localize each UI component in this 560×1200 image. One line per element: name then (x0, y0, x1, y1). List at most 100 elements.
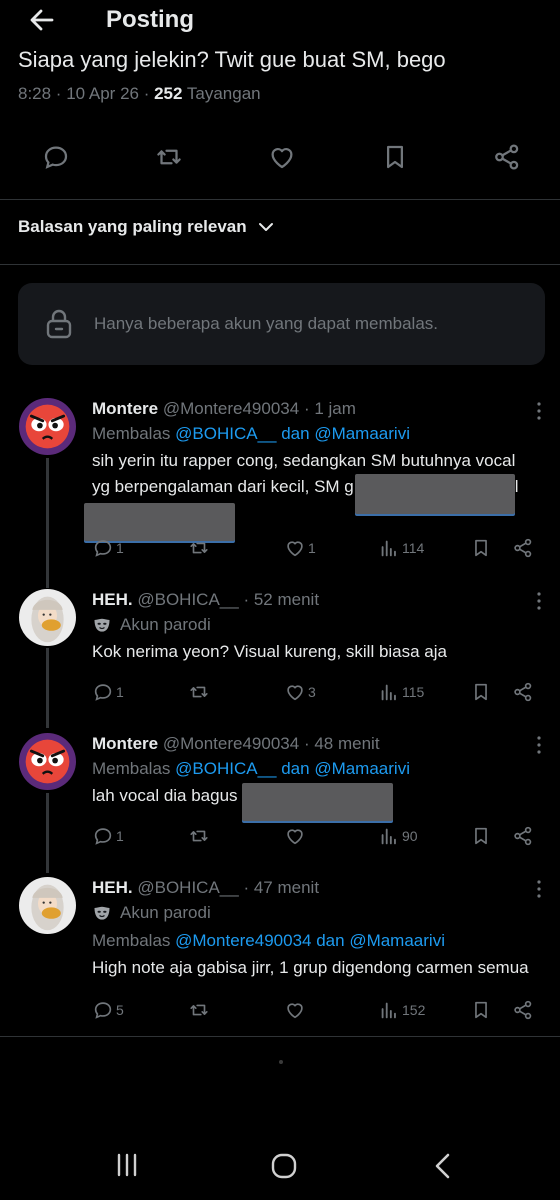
recent-apps-icon[interactable] (114, 1152, 140, 1178)
reply-count-button[interactable]: 1 (92, 536, 124, 560)
chevron-down-icon (258, 223, 273, 231)
reply-header: Montere @Montere490034 · 48 menit (92, 733, 540, 755)
reply-restriction-notice: Hanya beberapa akun yang dapat membalas. (18, 283, 545, 365)
more-options-icon[interactable] (536, 591, 542, 611)
back-arrow-icon[interactable] (28, 6, 56, 34)
like-button[interactable]: 3 (284, 680, 316, 704)
reply-count-button[interactable]: 5 (92, 998, 124, 1022)
parody-mask-icon (92, 615, 112, 635)
post-view-count: 252 (154, 84, 183, 103)
reply-icon[interactable] (41, 142, 71, 174)
reply-item: HEH. @BOHICA__ · 52 menit Akun parodi Ko… (92, 589, 540, 665)
reply-text: Kok nerima yeon? Visual kureng, skill bi… (92, 642, 447, 661)
more-options-icon[interactable] (536, 735, 542, 755)
avatar[interactable] (19, 733, 76, 790)
mention-link[interactable]: @Mamaarivi (349, 931, 445, 950)
post-timestamp: 8:28 · 10 Apr 26 · (18, 84, 155, 103)
thread-line (46, 458, 49, 588)
restriction-text: Hanya beberapa akun yang dapat membalas. (94, 314, 439, 333)
avatar[interactable] (19, 589, 76, 646)
mention-link[interactable]: @Mamaarivi (314, 759, 410, 778)
reply-count-button[interactable]: 1 (92, 680, 124, 704)
reply-count-button[interactable]: 1 (92, 824, 124, 848)
bookmark-icon[interactable] (470, 824, 492, 848)
avatar[interactable] (19, 877, 76, 934)
share-icon[interactable] (492, 142, 522, 174)
repost-button[interactable] (188, 824, 212, 848)
sort-label: Balasan yang paling relevan (18, 217, 247, 236)
thread-line (46, 648, 49, 728)
reply-sort-dropdown[interactable]: Balasan yang paling relevan (18, 217, 275, 237)
views-button[interactable]: 114 (378, 536, 424, 560)
reply-text: High note aja gabisa jirr, 1 grup digend… (92, 958, 529, 977)
reply-actions: 5 152 (92, 998, 542, 1022)
reply-time: · 48 menit (303, 734, 380, 753)
divider (0, 199, 560, 200)
reply-time: · 52 menit (243, 590, 320, 609)
parody-label: Akun parodi (92, 899, 540, 927)
share-icon[interactable] (512, 536, 534, 560)
reply-header: Montere @Montere490034 · 1 jam (92, 398, 540, 420)
top-bar: Posting (0, 0, 560, 44)
reply-line: sih yerin itu rapper cong, sedangkan SM … (92, 451, 516, 470)
handle[interactable]: @BOHICA__ (137, 878, 238, 897)
mention-link[interactable]: @BOHICA__ (175, 759, 276, 778)
post-text: Siapa yang jelekin? Twit gue buat SM, be… (18, 47, 446, 72)
reply-item: HEH. @BOHICA__ · 47 menit Akun parodi Me… (92, 877, 540, 981)
handle[interactable]: @BOHICA__ (137, 590, 238, 609)
mention-link[interactable]: @Mamaarivi (314, 424, 410, 443)
reply-actions: 1 3 115 (92, 680, 542, 704)
more-options-icon[interactable] (536, 879, 542, 899)
thread-line (46, 793, 49, 873)
reply-header: HEH. @BOHICA__ · 47 menit (92, 877, 540, 899)
redaction-block (355, 474, 515, 514)
reply-actions: 1 90 (92, 824, 542, 848)
lock-icon (46, 309, 72, 339)
handle[interactable]: @Montere490034 (163, 734, 299, 753)
avatar[interactable] (19, 398, 76, 455)
repost-button[interactable] (188, 536, 212, 560)
share-icon[interactable] (512, 998, 534, 1022)
bookmark-icon[interactable] (470, 536, 492, 560)
system-nav-bar (0, 1130, 560, 1200)
handle[interactable]: @Montere490034 (163, 399, 299, 418)
home-icon[interactable] (270, 1152, 298, 1180)
reply-time: · 47 menit (243, 878, 320, 897)
like-button[interactable] (284, 824, 308, 848)
repost-button[interactable] (188, 998, 212, 1022)
share-icon[interactable] (512, 824, 534, 848)
parody-mask-icon (92, 903, 112, 923)
replying-to: Membalas @Montere490034 dan @Mamaarivi (92, 931, 445, 950)
bookmark-icon[interactable] (380, 142, 410, 174)
repost-button[interactable] (188, 680, 212, 704)
bookmark-icon[interactable] (470, 998, 492, 1022)
share-icon[interactable] (512, 680, 534, 704)
like-icon[interactable] (267, 142, 297, 174)
display-name[interactable]: HEH. (92, 878, 133, 897)
display-name[interactable]: Montere (92, 734, 158, 753)
like-button[interactable] (284, 998, 308, 1022)
post-views-label: Tayangan (182, 84, 261, 103)
parody-label: Akun parodi (92, 611, 540, 639)
mention-link[interactable]: @Montere490034 (175, 931, 311, 950)
mention-link[interactable]: @BOHICA__ (175, 424, 276, 443)
display-name[interactable]: Montere (92, 399, 158, 418)
loading-dot (279, 1060, 283, 1064)
back-nav-icon[interactable] (432, 1152, 454, 1180)
post-meta: 8:28 · 10 Apr 26 · 252 Tayangan (18, 84, 261, 104)
replying-to: Membalas @BOHICA__ dan @Mamaarivi (92, 759, 410, 778)
views-button[interactable]: 90 (378, 824, 418, 848)
reply-header: HEH. @BOHICA__ · 52 menit (92, 589, 540, 611)
reply-actions: 1 1 114 (92, 536, 542, 560)
replying-to: Membalas @BOHICA__ dan @Mamaarivi (92, 424, 410, 443)
bookmark-icon[interactable] (470, 680, 492, 704)
reply-time: · 1 jam (303, 399, 356, 418)
views-button[interactable]: 152 (378, 998, 425, 1022)
page-title: Posting (106, 6, 194, 33)
redaction-block (242, 783, 393, 821)
views-button[interactable]: 115 (378, 680, 424, 704)
like-button[interactable]: 1 (284, 536, 316, 560)
display-name[interactable]: HEH. (92, 590, 133, 609)
more-options-icon[interactable] (536, 401, 542, 421)
repost-icon[interactable] (154, 142, 184, 174)
